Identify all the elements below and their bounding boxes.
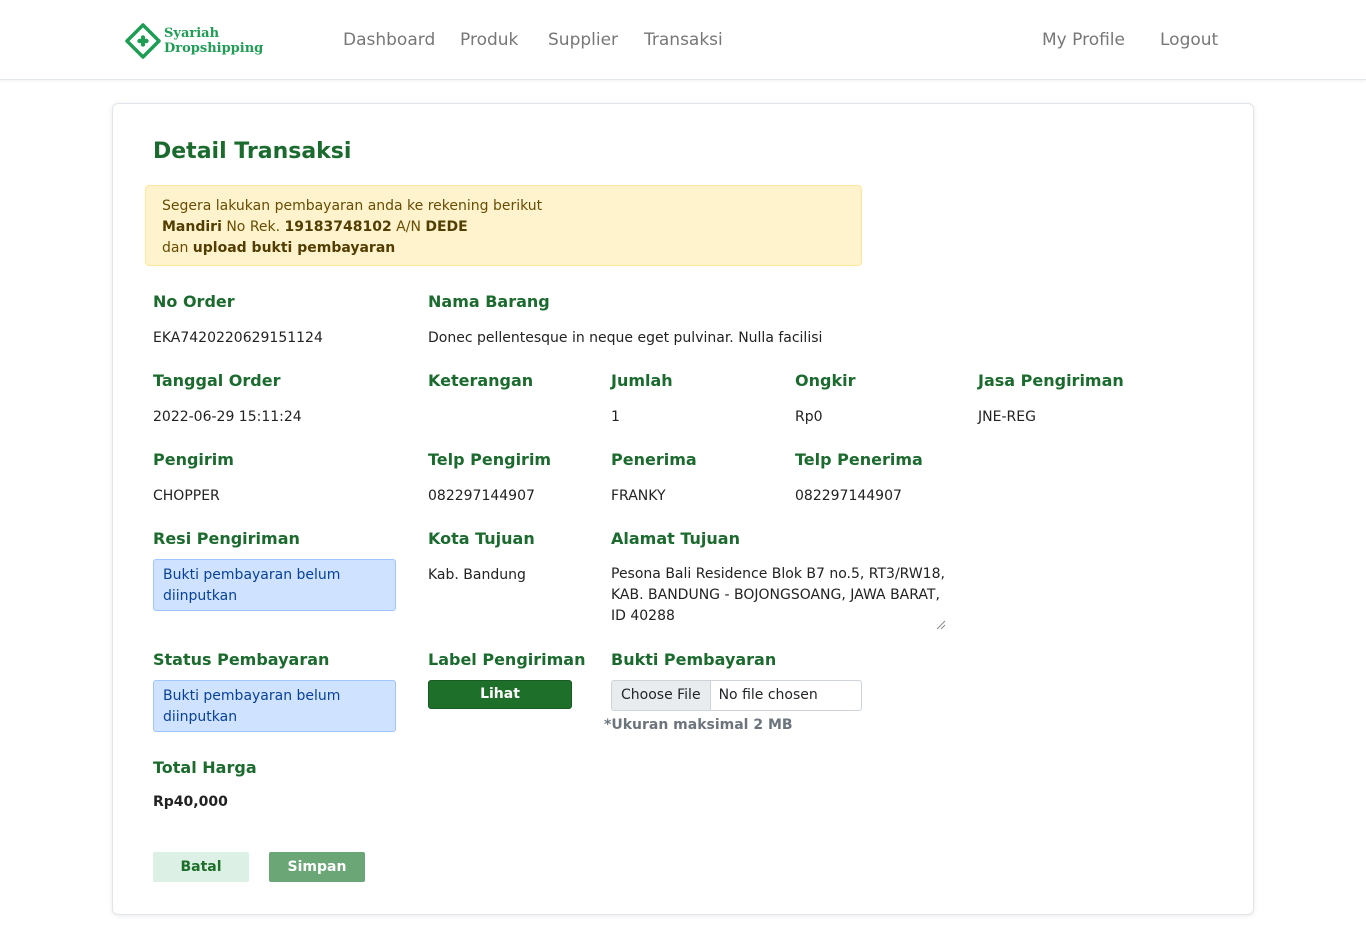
no-order-value: EKA7420220629151124 (153, 330, 323, 346)
nav-logout[interactable]: Logout (1160, 29, 1218, 51)
nav-transaksi[interactable]: Transaksi (644, 29, 723, 51)
alamat-tujuan-textarea[interactable]: Pesona Bali Residence Blok B7 no.5, RT3/… (611, 564, 946, 632)
alert-line1: Segera lakukan pembayaran anda ke rekeni… (162, 198, 543, 214)
nama-barang-label: Nama Barang (428, 292, 550, 311)
alert-account-name: DEDE (425, 219, 468, 235)
payment-alert: Segera lakukan pembayaran anda ke rekeni… (145, 185, 862, 266)
lihat-button[interactable]: Lihat (428, 680, 572, 709)
telp-penerima-value: 082297144907 (795, 488, 902, 504)
brand-line2: Dropshipping (164, 41, 264, 56)
alert-bank: Mandiri (162, 219, 222, 235)
choose-file-button[interactable]: Choose File (612, 681, 711, 710)
alamat-tujuan-label: Alamat Tujuan (611, 529, 740, 548)
simpan-button[interactable]: Simpan (269, 852, 365, 882)
alert-line3-bold: upload bukti pembayaran (192, 240, 396, 256)
no-order-label: No Order (153, 292, 235, 311)
jasa-pengiriman-label: Jasa Pengiriman (978, 371, 1124, 390)
alert-an-label: A/N (391, 219, 426, 235)
bukti-pembayaran-file-input[interactable]: Choose File No file chosen (611, 680, 862, 711)
resize-grip-icon[interactable] (936, 620, 946, 630)
nav-supplier[interactable]: Supplier (548, 29, 618, 51)
kota-tujuan-value: Kab. Bandung (428, 567, 526, 583)
ongkir-value: Rp0 (795, 409, 823, 425)
alert-no-rek: 19183748102 (284, 219, 392, 235)
jumlah-label: Jumlah (611, 371, 673, 390)
brand-line1: Syariah (164, 26, 220, 41)
status-pembayaran-label: Status Pembayaran (153, 650, 330, 669)
alert-line2: Mandiri No Rek. 19183748102 A/N DEDE (162, 217, 845, 238)
alert-no-rek-label: No Rek. (221, 219, 285, 235)
kota-tujuan-label: Kota Tujuan (428, 529, 535, 548)
telp-pengirim-value: 082297144907 (428, 488, 535, 504)
file-size-note: *Ukuran maksimal 2 MB (604, 717, 793, 733)
jasa-pengiriman-value: JNE-REG (978, 409, 1036, 425)
pengirim-value: CHOPPER (153, 488, 220, 504)
telp-pengirim-label: Telp Pengirim (428, 450, 552, 469)
resi-pengiriman-status: Bukti pembayaran belum diinputkan (153, 559, 396, 611)
jumlah-value: 1 (611, 409, 620, 425)
tanggal-order-value: 2022-06-29 15:11:24 (153, 409, 302, 425)
top-navbar: Syariah Dropshipping Dashboard Produk Su… (0, 0, 1366, 80)
alert-line3-prefix: dan (162, 240, 193, 256)
nav-my-profile[interactable]: My Profile (1042, 29, 1125, 51)
diamond-logo-icon (125, 23, 161, 59)
total-harga-value: Rp40,000 (153, 794, 228, 810)
alert-line3: dan upload bukti pembayaran (162, 238, 845, 259)
nama-barang-value: Donec pellentesque in neque eget pulvina… (428, 330, 823, 346)
label-pengiriman-label: Label Pengiriman (428, 650, 586, 669)
brand-logo[interactable]: Syariah Dropshipping (124, 22, 263, 60)
pengirim-label: Pengirim (153, 450, 234, 469)
brand-name: Syariah Dropshipping (164, 26, 263, 56)
page-title: Detail Transaksi (153, 139, 352, 164)
keterangan-label: Keterangan (428, 371, 534, 390)
resi-pengiriman-label: Resi Pengiriman (153, 529, 300, 548)
penerima-value: FRANKY (611, 488, 666, 504)
penerima-label: Penerima (611, 450, 697, 469)
batal-button[interactable]: Batal (153, 852, 249, 882)
nav-produk[interactable]: Produk (460, 29, 518, 51)
bukti-pembayaran-label: Bukti Pembayaran (611, 650, 777, 669)
tanggal-order-label: Tanggal Order (153, 371, 281, 390)
status-pembayaran-status: Bukti pembayaran belum diinputkan (153, 680, 396, 732)
nav-dashboard[interactable]: Dashboard (343, 29, 435, 51)
file-status: No file chosen (718, 687, 818, 703)
ongkir-label: Ongkir (795, 371, 856, 390)
telp-penerima-label: Telp Penerima (795, 450, 923, 469)
total-harga-label: Total Harga (153, 758, 257, 777)
